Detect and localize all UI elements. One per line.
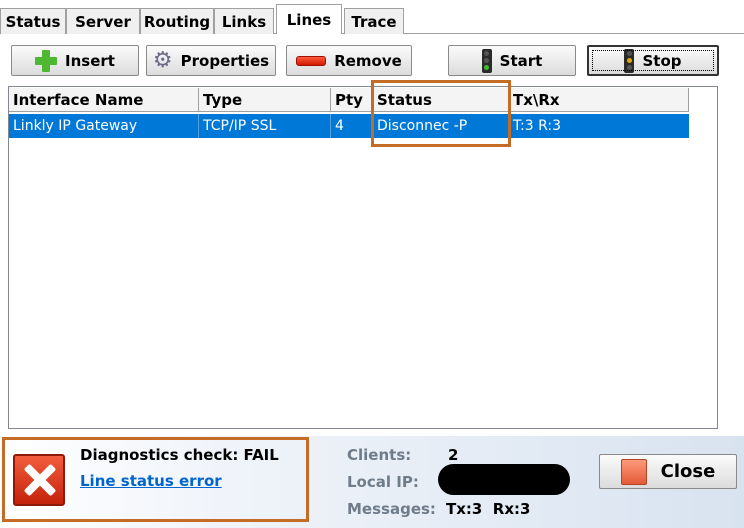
cell-pty: 4: [331, 114, 373, 138]
tab-lines[interactable]: Lines: [276, 4, 342, 34]
column-header-status[interactable]: Status: [373, 88, 509, 112]
cell-txrx: T:3 R:3: [513, 118, 562, 134]
close-label: Close: [660, 461, 716, 482]
messages-label: Messages:: [347, 500, 436, 518]
column-header-pty[interactable]: Pty: [331, 88, 373, 112]
cell-type: TCP/IP SSL: [199, 114, 331, 138]
remove-button[interactable]: Remove: [286, 45, 412, 76]
properties-label: Properties: [180, 51, 270, 70]
tab-trace[interactable]: Trace: [344, 8, 404, 34]
close-square-icon: [620, 458, 647, 485]
tab-links[interactable]: Links: [214, 8, 274, 34]
column-header-type[interactable]: Type: [199, 88, 331, 112]
cell-status: Disconnec -P: [373, 114, 509, 138]
properties-button[interactable]: ⚙ Properties: [146, 45, 276, 76]
tab-bar: Status Server Routing Links Lines Trace: [0, 0, 744, 34]
start-button[interactable]: Start: [448, 45, 576, 76]
stop-label: Stop: [642, 51, 682, 70]
tab-routing[interactable]: Routing: [140, 8, 214, 34]
column-header-txrx[interactable]: Tx\Rx: [509, 88, 689, 112]
cell-interface-name: Linkly IP Gateway: [9, 114, 199, 138]
gears-icon: ⚙: [152, 47, 173, 73]
start-label: Start: [499, 51, 543, 70]
local-ip-label: Local IP:: [347, 473, 419, 491]
insert-button[interactable]: Insert: [11, 45, 139, 76]
clients-label: Clients:: [347, 446, 412, 464]
column-header-interface-name[interactable]: Interface Name: [9, 88, 199, 112]
table-row[interactable]: Linkly IP Gateway TCP/IP SSL 4 Disconnec…: [9, 114, 689, 138]
stop-button[interactable]: Stop: [587, 45, 719, 76]
remove-label: Remove: [334, 51, 402, 70]
messages-value: Tx:3 Rx:3: [446, 500, 531, 518]
traffic-light-green-icon: [481, 48, 492, 73]
line-status-error-link[interactable]: Line status error: [80, 472, 222, 490]
traffic-light-yellow-icon: [624, 48, 635, 73]
diagnostics-title: Diagnostics check: FAIL: [80, 446, 279, 464]
lines-list[interactable]: Interface Name Type Pty Status Tx\Rx Lin…: [8, 86, 718, 429]
local-ip-redaction: [438, 464, 570, 495]
clients-value: 2: [448, 446, 459, 464]
tab-status[interactable]: Status: [0, 8, 66, 34]
tab-server[interactable]: Server: [66, 8, 140, 34]
error-x-icon: [13, 454, 65, 506]
close-button[interactable]: Close: [599, 454, 737, 489]
insert-label: Insert: [65, 51, 115, 70]
plus-icon: [35, 49, 58, 72]
minus-icon: [296, 55, 327, 66]
